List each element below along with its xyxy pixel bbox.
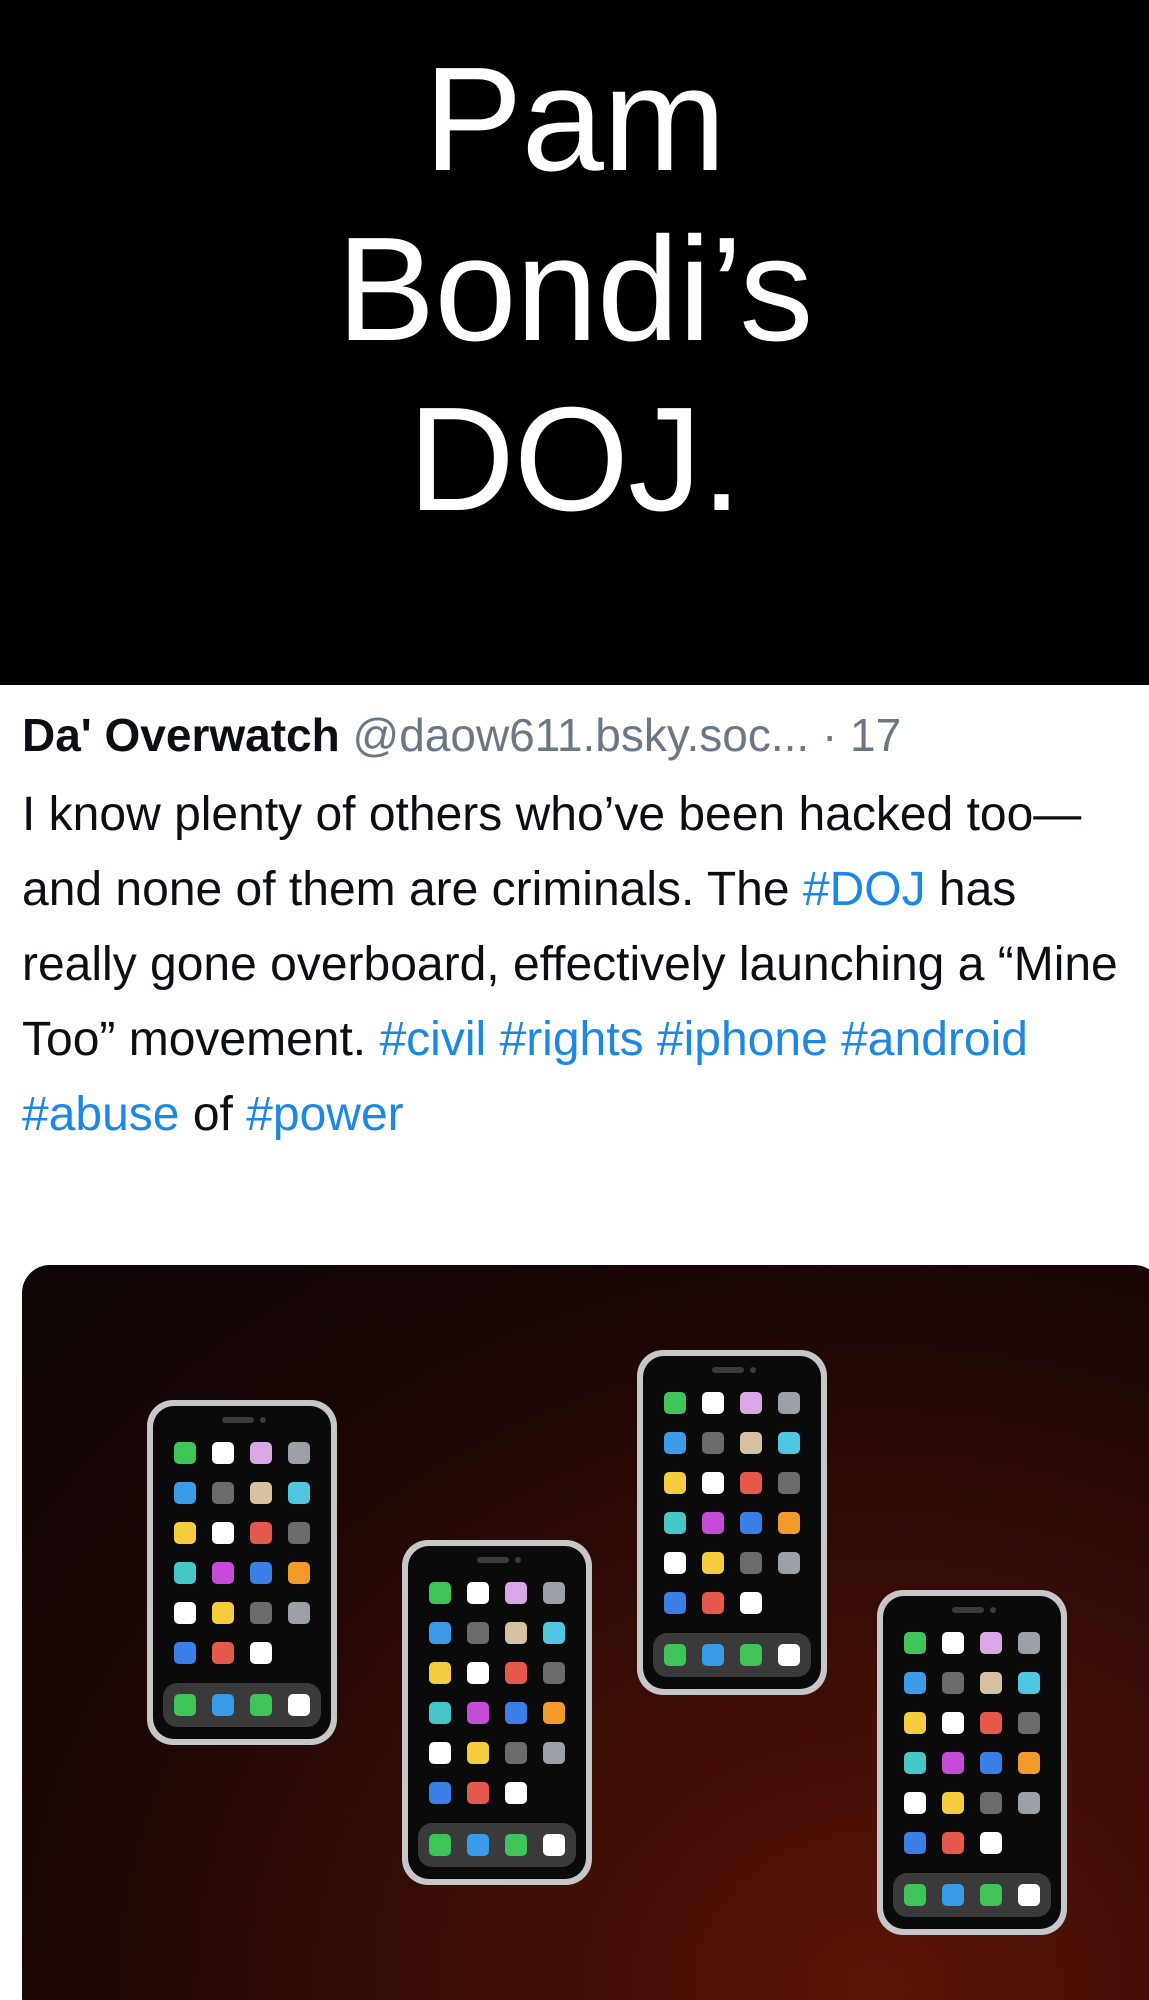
post-timestamp[interactable]: · 17 <box>822 709 901 761</box>
banner-title-line-1: Pam <box>423 37 726 202</box>
hashtag-android[interactable]: #android <box>841 1013 1028 1066</box>
hashtag-doj[interactable]: #DOJ <box>803 863 926 916</box>
post-header: Da' Overwatch @daow611.bsky.soc... · 17 <box>22 705 1149 765</box>
hashtag-power[interactable]: #power <box>246 1088 403 1141</box>
hashtag-civil[interactable]: #civil <box>379 1013 486 1066</box>
banner-title-line-3: DOJ. <box>407 377 742 542</box>
hashtag-iphone[interactable]: #iphone <box>657 1013 828 1066</box>
phone-icon <box>877 1590 1067 1935</box>
phone-icon <box>637 1350 827 1695</box>
hashtag-rights[interactable]: #rights <box>500 1013 644 1066</box>
hashtag-abuse[interactable]: #abuse <box>22 1088 179 1141</box>
phone-icon <box>402 1540 592 1885</box>
post-image[interactable] <box>22 1265 1149 2000</box>
social-post[interactable]: Da' Overwatch @daow611.bsky.soc... · 17 … <box>0 685 1149 2000</box>
phone-icon <box>147 1400 337 1745</box>
post-text-segment: of <box>179 1088 247 1141</box>
banner-title-line-2: Bondi’s <box>336 207 814 372</box>
author-handle[interactable]: @daow611.bsky.soc... <box>353 709 810 761</box>
author-name[interactable]: Da' Overwatch <box>22 709 340 761</box>
title-banner: Pam Bondi’s DOJ. <box>0 0 1149 685</box>
phone-icons-illustration <box>147 1350 1067 1935</box>
post-text: I know plenty of others who’ve been hack… <box>22 777 1132 1152</box>
